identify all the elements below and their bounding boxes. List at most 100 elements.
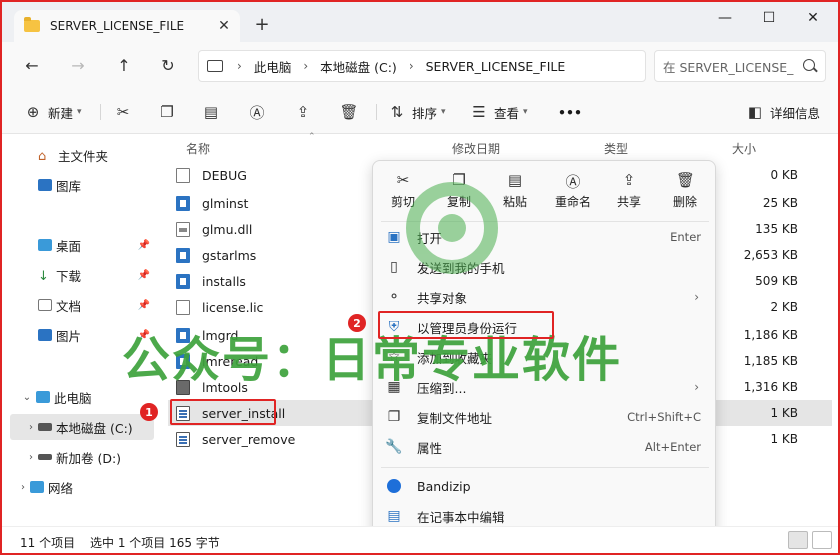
sidebar-item-label: 文档 [56, 298, 82, 314]
sidebar-item-label: 主文件夹 [58, 148, 109, 164]
chevron-right-icon[interactable]: › [24, 422, 38, 433]
file-size: 1 KB [770, 432, 798, 446]
details-label: 详细信息 [770, 105, 821, 121]
pin-icon[interactable]: 📌 [138, 300, 150, 311]
breadcrumb[interactable]: › 此电脑 › 本地磁盘 (C:) › SERVER_LICENSE_FILE [198, 50, 646, 82]
column-header-size[interactable]: 大小 [732, 140, 756, 157]
chevron-right-icon[interactable]: › [409, 59, 414, 73]
clipboard-icon: ▤ [507, 171, 523, 189]
scissors-icon: ✂ [396, 171, 410, 189]
step-badge-1: 1 [140, 403, 158, 421]
trash-icon: 🗑 [339, 103, 359, 121]
cut-button[interactable]: ✂ [114, 102, 132, 122]
sidebar-item-label: 网络 [48, 480, 74, 496]
sidebar-item-volume-d[interactable]: › 新加卷 (D:) [24, 444, 154, 470]
view-button[interactable]: ☰ 查看 ▾ [470, 102, 527, 122]
sidebar-item-documents[interactable]: 文档 📌 [38, 292, 154, 318]
copy-button[interactable]: ❐ [158, 102, 176, 122]
share-icon: ⇪ [622, 171, 636, 189]
file-name: DEBUG [202, 167, 247, 183]
pin-icon[interactable]: 📌 [138, 240, 150, 251]
paste-button[interactable]: ▤ [202, 102, 220, 122]
menu-item-label: 属性 [417, 440, 443, 456]
explorer-window: SERVER_LICENSE_FILE ✕ + — ☐ ✕ ← → ↑ ↻ › … [0, 0, 840, 555]
column-header-name[interactable]: 名称 [186, 140, 210, 157]
sidebar-item-network[interactable]: › 网络 [16, 474, 154, 500]
sidebar-item-label: 下载 [56, 268, 82, 284]
breadcrumb-local-disk[interactable]: 本地磁盘 (C:) [320, 57, 397, 76]
share-button[interactable]: ⇪ [294, 102, 312, 122]
rename-icon: Ⓐ [249, 103, 265, 122]
chevron-right-icon: › [694, 380, 699, 394]
delete-action[interactable]: 🗑 删除 [657, 169, 713, 213]
copy-icon: ❐ [160, 103, 174, 121]
maximize-button[interactable]: ☐ [754, 10, 784, 32]
new-button[interactable]: ⊕ 新建 ▾ [24, 102, 82, 122]
view-label: 查看 [494, 105, 520, 121]
details-button[interactable]: ◧ 详细信息 [746, 102, 820, 122]
file-size: 1,316 KB [743, 380, 798, 394]
item-count: 11 个项目 [20, 536, 76, 550]
chevron-right-icon[interactable]: › [24, 452, 38, 463]
file-name: glmu.dll [202, 221, 253, 237]
drive-icon [38, 423, 52, 431]
chevron-right-icon[interactable]: › [16, 482, 30, 493]
chevron-down-icon[interactable]: ⌄ [20, 392, 34, 403]
file-name: glminst [202, 195, 249, 211]
back-arrow-icon[interactable]: ← [20, 56, 44, 78]
desktop-icon [38, 239, 52, 251]
tab-server-license-file[interactable]: SERVER_LICENSE_FILE ✕ [14, 10, 240, 42]
document-icon [38, 299, 52, 311]
sidebar-item-downloads[interactable]: ↓ 下载 📌 [38, 262, 154, 288]
details-view-icon[interactable] [788, 531, 808, 549]
refresh-icon[interactable]: ↻ [156, 56, 180, 78]
highlight-run-as-admin [378, 311, 554, 339]
rename-button[interactable]: Ⓐ [248, 102, 266, 122]
rename-action[interactable]: Ⓐ 重命名 [545, 169, 601, 213]
sidebar-item-home[interactable]: ⌂ 主文件夹 [38, 142, 154, 168]
close-button[interactable]: ✕ [798, 10, 828, 32]
application-icon [176, 247, 190, 263]
menu-item-bandizip[interactable]: Bandizip [377, 472, 713, 500]
up-arrow-icon[interactable]: ↑ [112, 56, 136, 78]
watermark-logo [406, 182, 498, 274]
sort-button[interactable]: ⇅ 排序 ▾ [388, 102, 446, 122]
chevron-right-icon[interactable]: › [303, 59, 308, 73]
delete-button[interactable]: 🗑 [339, 102, 359, 122]
rename-icon: Ⓐ [565, 173, 581, 191]
share-action[interactable]: ⇪ 共享 [601, 169, 657, 213]
tab-close-button[interactable]: ✕ [214, 18, 234, 34]
chevron-right-icon[interactable]: › [237, 59, 242, 73]
search-placeholder: 在 SERVER_LICENSE_ [663, 59, 794, 75]
computer-icon [207, 60, 223, 72]
tiles-view-icon[interactable] [812, 531, 832, 549]
new-tab-button[interactable]: + [252, 14, 272, 35]
breadcrumb-this-pc[interactable]: 此电脑 [254, 57, 292, 76]
sidebar-item-label: 图片 [56, 328, 82, 344]
file-name: installs [202, 273, 246, 289]
menu-item-properties[interactable]: 🔧 属性 Alt+Enter [377, 433, 713, 461]
paste-action[interactable]: ▤ 粘贴 [487, 169, 543, 213]
sidebar-item-desktop[interactable]: 桌面 📌 [38, 232, 154, 258]
pin-icon[interactable]: 📌 [138, 270, 150, 281]
chevron-down-icon: ▾ [77, 107, 82, 117]
menu-item-share-with[interactable]: ⚬ 共享对象 › [377, 283, 713, 311]
sidebar-item-gallery[interactable]: 图库 [38, 172, 154, 198]
breadcrumb-folder[interactable]: SERVER_LICENSE_FILE [426, 59, 566, 74]
column-header-modified[interactable]: 修改日期 [452, 140, 500, 157]
sidebar-item-local-disk-c[interactable]: › 本地磁盘 (C:) [10, 414, 154, 440]
menu-item-copy-as-path[interactable]: ❐ 复制文件地址 Ctrl+Shift+C [377, 403, 713, 431]
network-icon [30, 481, 44, 493]
forward-arrow-icon[interactable]: → [66, 56, 90, 78]
search-input[interactable]: 在 SERVER_LICENSE_ [654, 50, 826, 82]
file-size: 2,653 KB [743, 248, 798, 262]
file-size: 135 KB [755, 222, 798, 236]
column-header-type[interactable]: 类型 [604, 140, 628, 157]
application-icon [176, 273, 190, 289]
sidebar-item-label: 此电脑 [54, 390, 92, 406]
plus-circle-icon: ⊕ [26, 103, 40, 121]
minimize-button[interactable]: — [710, 10, 740, 32]
title-bar: SERVER_LICENSE_FILE ✕ + — ☐ ✕ [2, 2, 838, 42]
more-options-button[interactable]: ••• [558, 102, 582, 122]
file-size: 2 KB [770, 300, 798, 314]
